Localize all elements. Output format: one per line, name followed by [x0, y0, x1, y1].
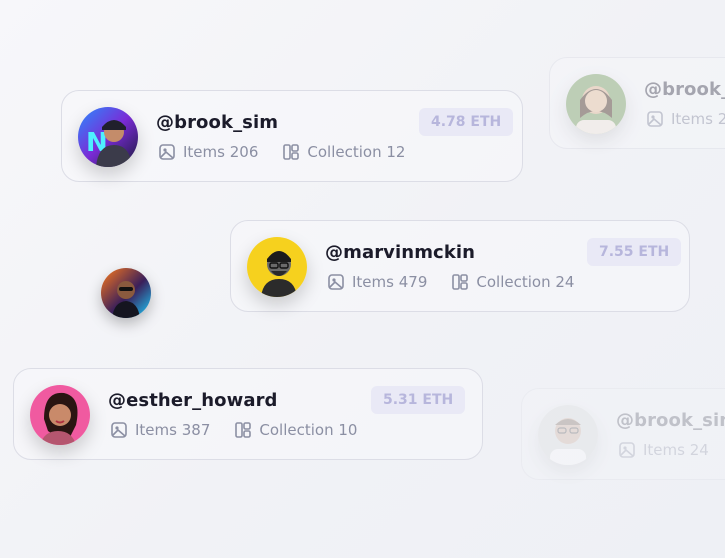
card-meta: Items 206 Collection 12 — [158, 142, 405, 162]
card-meta: Items 479 Collection 24 — [327, 272, 574, 292]
price-badge: 4.78 ETH — [419, 108, 514, 136]
profile-card-faded-top[interactable]: @brook_ Items 2 — [549, 57, 725, 149]
card-meta: Items 2 — [646, 109, 725, 129]
items-label: Items — [671, 110, 713, 128]
items-count: 387 — [181, 421, 211, 439]
collection-icon — [451, 273, 469, 291]
username: @brook_sim — [616, 410, 725, 431]
items-label: Items — [352, 273, 394, 291]
profile-card-faded-bottom[interactable]: @brook_sim Items 24 — [521, 388, 725, 480]
items-label: Items — [135, 421, 177, 439]
profile-card-brook-sim[interactable]: N @brook_sim Items 206 Collection 12 4.7… — [61, 90, 523, 182]
username: @brook_sim — [156, 112, 279, 133]
collection-label: Collection — [307, 143, 382, 161]
profile-card-esther-howard[interactable]: @esther_howard Items 387 Collection 10 5… — [13, 368, 483, 460]
profile-cards-stage: @brook_ Items 2 @brook_sim Items 24 N @b… — [0, 0, 725, 558]
avatar — [30, 385, 90, 445]
profile-card-marvinmckin[interactable]: @marvinmckin Items 479 Collection 24 7.5… — [230, 220, 690, 312]
image-icon — [327, 273, 345, 291]
price-badge: 7.55 ETH — [587, 238, 682, 266]
items-count: 2 — [717, 110, 725, 128]
items-label: Items — [643, 441, 685, 459]
avatar — [566, 74, 626, 134]
items-count: 206 — [229, 143, 259, 161]
collection-label: Collection — [476, 273, 551, 291]
floating-avatar — [101, 268, 151, 318]
collection-count: 10 — [338, 421, 358, 439]
avatar — [538, 405, 598, 465]
items-count: 479 — [398, 273, 428, 291]
username: @marvinmckin — [325, 242, 476, 263]
image-icon — [646, 110, 664, 128]
price-badge: 5.31 ETH — [371, 386, 466, 414]
avatar: N — [78, 107, 138, 167]
card-meta: Items 387 Collection 10 — [110, 420, 357, 440]
username: @esther_howard — [108, 390, 278, 411]
items-count: 24 — [689, 441, 709, 459]
items-label: Items — [183, 143, 225, 161]
collection-label: Collection — [259, 421, 334, 439]
avatar — [247, 237, 307, 297]
collection-icon — [282, 143, 300, 161]
collection-icon — [234, 421, 252, 439]
username: @brook_ — [644, 79, 725, 100]
collection-count: 12 — [386, 143, 406, 161]
image-icon — [110, 421, 128, 439]
card-meta: Items 24 — [618, 440, 709, 460]
collection-count: 24 — [555, 273, 575, 291]
image-icon — [158, 143, 176, 161]
image-icon — [618, 441, 636, 459]
